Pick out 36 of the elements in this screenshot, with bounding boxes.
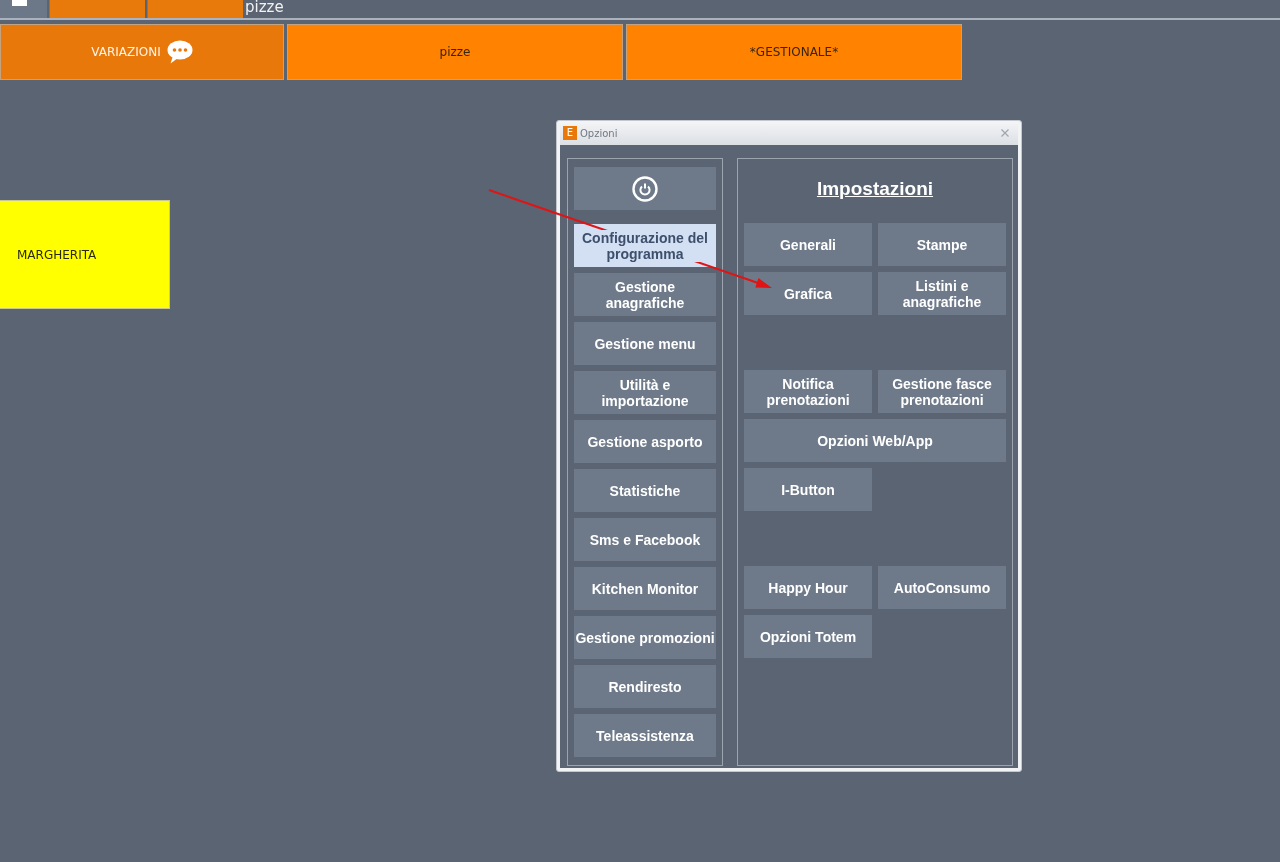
settings-button[interactable]: Generali bbox=[744, 223, 872, 266]
product-button[interactable]: MARGHERITA bbox=[0, 200, 170, 309]
dialog-title: Opzioni bbox=[580, 127, 619, 139]
settings-button[interactable]: Stampe bbox=[878, 223, 1006, 266]
settings-button[interactable]: Opzioni Totem bbox=[744, 615, 872, 658]
square-icon bbox=[12, 0, 27, 6]
app-logo: E bbox=[563, 126, 577, 140]
category-button[interactable]: pizze bbox=[287, 24, 623, 80]
settings-button[interactable]: AutoConsumo bbox=[878, 566, 1006, 609]
menu-button[interactable]: Configurazione del programma bbox=[574, 224, 716, 267]
category-button[interactable]: VARIAZIONI bbox=[0, 24, 284, 80]
settings-button[interactable]: Notifica prenotazioni bbox=[744, 370, 872, 413]
settings-button[interactable]: I-Button bbox=[744, 468, 872, 511]
toolbar-button[interactable] bbox=[0, 0, 47, 18]
menu-button[interactable]: Gestione anagrafiche bbox=[574, 273, 716, 316]
category-title: pizze bbox=[245, 0, 284, 18]
power-button[interactable] bbox=[574, 167, 716, 210]
menu-button[interactable]: Teleassistenza bbox=[574, 714, 716, 757]
close-icon bbox=[1001, 129, 1009, 137]
settings-heading: Impostazioni bbox=[816, 177, 934, 201]
settings-button[interactable]: Opzioni Web/App bbox=[744, 419, 1006, 462]
power-icon bbox=[632, 175, 658, 202]
menu-button[interactable]: Kitchen Monitor bbox=[574, 567, 716, 610]
menu-button[interactable]: Gestione menu bbox=[574, 322, 716, 365]
menu-button[interactable]: Gestione asporto bbox=[574, 420, 716, 463]
menu-button[interactable]: Gestione promozioni bbox=[574, 616, 716, 659]
settings-button[interactable]: Listini e anagrafiche bbox=[878, 272, 1006, 315]
speech-bubble-icon bbox=[166, 40, 193, 64]
settings-button[interactable]: Gestione fasce prenotazioni bbox=[878, 370, 1006, 413]
settings-button[interactable]: Happy Hour bbox=[744, 566, 872, 609]
menu-button[interactable]: Rendiresto bbox=[574, 665, 716, 708]
menu-button[interactable]: Sms e Facebook bbox=[574, 518, 716, 561]
menu-button[interactable]: Statistiche bbox=[574, 469, 716, 512]
settings-button[interactable]: Grafica bbox=[744, 272, 872, 315]
menu-button[interactable]: Utilità e importazione bbox=[574, 371, 716, 414]
category-button[interactable]: *GESTIONALE* bbox=[626, 24, 962, 80]
